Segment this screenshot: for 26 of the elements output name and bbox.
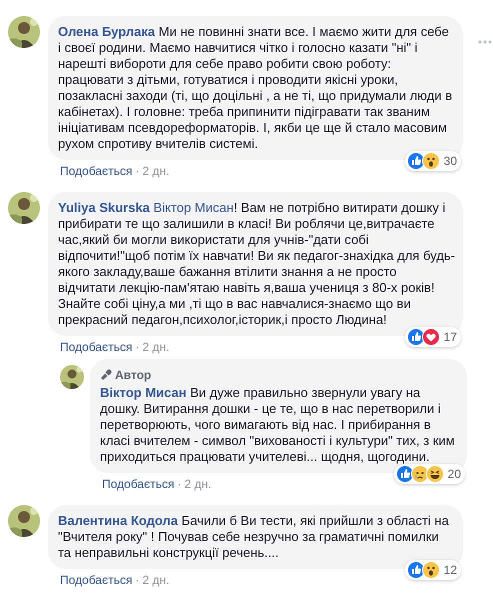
- like-link[interactable]: Подобається: [60, 340, 132, 355]
- reactions-pill[interactable]: 17: [404, 327, 461, 347]
- reactions-pill[interactable]: 20: [394, 464, 465, 484]
- author-link[interactable]: Олена Бурлака: [58, 24, 156, 39]
- author-link[interactable]: Yuliya Skurska: [58, 200, 150, 215]
- like-link[interactable]: Подобається: [60, 164, 132, 179]
- author-link[interactable]: Валентина Кодола: [58, 513, 178, 528]
- comment-text: Олена Бурлака Ми не повинні знати все. І маємо жити для себе і своєї родини. Маємо навчитися чітко і голосно казати "ні" і нарешті вибороти для себе право робити свою роботу: працювати з дітьми, готуватися і проводити якісні уроки, позакласні заходи (ті, що доцільні , а не ті, що придумали люди в кабінетах). І головне: треба припинити підігравати так званим ініціативам псевдореформаторів. І, якби це ще й стало масовим рухом спротиву вчителів системі.: [58, 24, 454, 152]
- like-link[interactable]: Подобається: [60, 573, 132, 588]
- reactions-pill[interactable]: 12: [404, 560, 461, 580]
- separator-dot: ·: [135, 340, 140, 355]
- author-link[interactable]: Віктор Мисан: [100, 385, 186, 400]
- comment-text: Віктор Мисан Ви дуже правильно звернули увагу на дошку. Витирання дошки - це те, що в нас перетворили і перетворюють, чого вимагають від нас. І прибирання в класі вчителем - символ "вихованості і культури" тих, з ким приходиться працювати учителеві... щодня, щогодини.: [100, 385, 456, 465]
- separator-dot: ·: [177, 477, 182, 492]
- separator-dot: ·: [135, 164, 140, 179]
- reactions-pill[interactable]: 30: [404, 151, 461, 171]
- comment-text: Yuliya Skurska Віктор Мисан! Вам не потрібно витирати дошку і прибирати те що залишили в класі! Ви роблячи це,витрачаєте час,який би могли використати для учнів-"дати собі відпочити!"щоб потім їх навчати! Ви як педагог-знахідка для будь-якого закладу,ваше бажання втілити знання а не просто відчитати лекцію-пам'ятаю навіть я,ваша учениця з 80-х років! Знайте собі ціну,а ми ,ті що в вас навчалися-знаємо що ви прекрасний педагон,психолог,історик,і просто Людина!: [58, 200, 455, 328]
- mention-link[interactable]: Віктор Мисан: [153, 200, 234, 215]
- separator-dot: ·: [135, 573, 140, 588]
- comment-time: 2 дн.: [142, 573, 170, 588]
- comment-time: 2 дн.: [142, 164, 170, 179]
- comment-text: Валентина Кодола Бачили б Ви тести, які прийшли з області на "Вчителя року" ! Почував себе незручно за граматичні помилки та неправильні конструкції речень....: [58, 513, 450, 561]
- comment-time: 2 дн.: [184, 477, 212, 492]
- author-label: Автор: [115, 367, 152, 383]
- like-link[interactable]: Подобається: [102, 477, 174, 492]
- comment-time: 2 дн.: [142, 340, 170, 355]
